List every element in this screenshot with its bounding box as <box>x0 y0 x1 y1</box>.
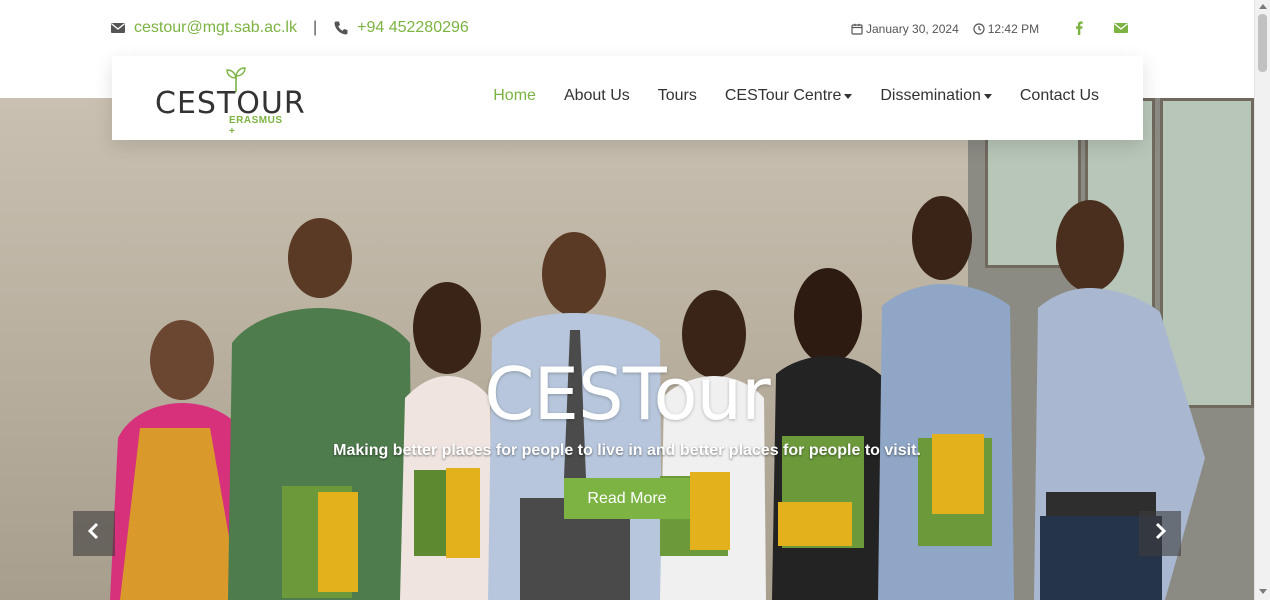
nav-item-label: Dissemination <box>880 87 981 104</box>
clock-icon <box>973 23 985 35</box>
carousel-prev-button[interactable] <box>73 511 115 556</box>
main-navbar: CESTOUR ERASMUS + Home About Us Tours CE… <box>112 56 1143 140</box>
page-scrollbar[interactable] <box>1254 0 1270 600</box>
nav-item-cestour-centre[interactable]: CESTour Centre <box>725 87 853 105</box>
nav-item-dissemination[interactable]: Dissemination <box>880 87 992 105</box>
scrollbar-thumb[interactable] <box>1258 14 1267 72</box>
scroll-down-arrow-icon[interactable] <box>1259 589 1267 594</box>
chevron-right-icon <box>1153 522 1167 545</box>
phone-link[interactable]: +94 452280296 <box>357 19 469 37</box>
current-date: January 30, 2024 <box>866 22 959 36</box>
read-more-button[interactable]: Read More <box>564 478 690 519</box>
facebook-icon[interactable] <box>1071 20 1087 36</box>
calendar-icon <box>851 23 863 35</box>
envelope-icon[interactable] <box>1113 20 1129 36</box>
hero-slider <box>0 98 1254 600</box>
current-time: 12:42 PM <box>987 22 1040 36</box>
nav-item-home[interactable]: Home <box>493 87 536 105</box>
phone-icon <box>333 20 349 36</box>
chevron-left-icon <box>87 522 101 545</box>
scroll-up-arrow-icon[interactable] <box>1259 4 1267 9</box>
contact-info: cestour@mgt.sab.ac.lk | +94 452280296 <box>110 18 469 38</box>
nav-menu: Home About Us Tours CESTour Centre Disse… <box>465 87 1099 105</box>
nav-item-tours[interactable]: Tours <box>658 87 697 105</box>
nav-item-contact-us[interactable]: Contact Us <box>1020 87 1099 105</box>
hero-subtitle: Making better places for people to live … <box>333 442 921 459</box>
envelope-icon <box>110 20 126 36</box>
contact-separator: | <box>312 19 318 36</box>
date-time: January 30, 2024 12:42 PM <box>851 20 1039 38</box>
nav-item-label: CESTour Centre <box>724 87 842 104</box>
carousel-next-button[interactable] <box>1139 511 1181 556</box>
logo-subtitle: ERASMUS + <box>229 115 283 137</box>
hero-title: CESTour <box>484 352 771 436</box>
caret-down-icon <box>844 93 853 99</box>
group-photo <box>110 196 1205 600</box>
caret-down-icon <box>983 93 992 99</box>
email-link[interactable]: cestour@mgt.sab.ac.lk <box>134 19 297 37</box>
nav-item-about-us[interactable]: About Us <box>564 87 630 105</box>
site-logo[interactable]: CESTOUR ERASMUS + <box>155 67 305 137</box>
